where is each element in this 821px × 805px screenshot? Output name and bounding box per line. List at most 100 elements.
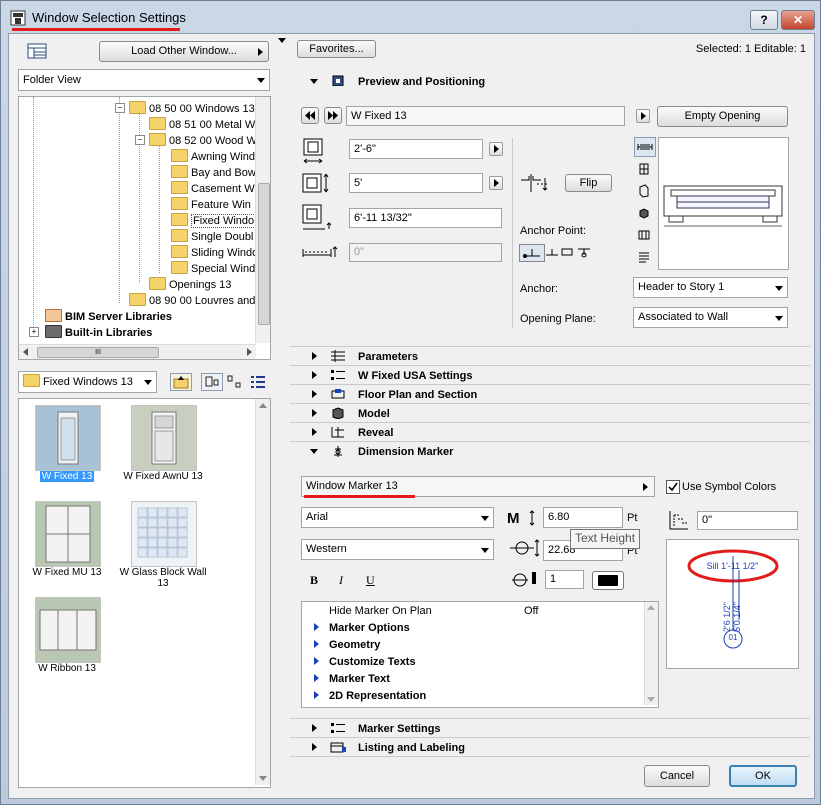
plan-view-icon[interactable] bbox=[634, 137, 656, 157]
load-other-window-button[interactable]: Load Other Window... bbox=[99, 41, 269, 62]
collapse-icon[interactable]: − bbox=[115, 103, 125, 113]
close-button[interactable]: ✕ bbox=[781, 10, 815, 30]
width-field[interactable]: 2'-6" bbox=[349, 139, 483, 159]
expand-arrow-icon[interactable] bbox=[314, 674, 319, 682]
marker-offset-field[interactable]: 0" bbox=[697, 511, 798, 530]
tree-node-selected[interactable]: Fixed Windo bbox=[171, 213, 257, 228]
object-browser[interactable]: W Fixed 13 W Fixed AwnU 13 W Fixed MU 13… bbox=[18, 398, 271, 788]
expand-icon[interactable]: + bbox=[29, 327, 39, 337]
tree-node-builtin[interactable]: Built-in Libraries bbox=[45, 325, 152, 339]
tree-node[interactable]: Bay and Bow bbox=[171, 165, 256, 179]
script-select[interactable]: Western bbox=[301, 539, 494, 560]
cancel-button[interactable]: Cancel bbox=[644, 765, 710, 787]
tree-node-bim-server[interactable]: BIM Server Libraries bbox=[45, 309, 172, 323]
list-item-label[interactable]: Customize Texts bbox=[329, 656, 416, 668]
collapsed-arrow-icon[interactable] bbox=[312, 409, 317, 417]
folder-select[interactable]: Fixed Windows 13 bbox=[18, 371, 157, 393]
tree-node[interactable]: Sliding Windo bbox=[171, 245, 258, 259]
tree-hscrollbar[interactable]: III bbox=[19, 344, 256, 359]
anchor-box-icon[interactable] bbox=[561, 246, 573, 258]
collapsed-arrow-icon[interactable] bbox=[312, 428, 317, 436]
width-arrow-icon[interactable] bbox=[489, 142, 503, 156]
expand-arrow-icon[interactable] bbox=[314, 657, 319, 665]
item-label[interactable]: W Glass Block Wall 13 bbox=[113, 567, 213, 589]
tree-vscrollbar[interactable] bbox=[255, 97, 270, 343]
large-icons-view-icon[interactable] bbox=[201, 373, 223, 391]
empty-opening-button[interactable]: Empty Opening bbox=[657, 106, 788, 127]
thumb-w-fixed-mu-13[interactable] bbox=[35, 501, 101, 567]
tree-node[interactable]: 08 50 00 Windows 13 bbox=[129, 101, 255, 115]
underline-toggle[interactable]: U bbox=[366, 573, 375, 588]
marker-settings-list[interactable]: Hide Marker On Plan Off Marker Options G… bbox=[301, 601, 659, 708]
3d-view-icon[interactable] bbox=[638, 207, 650, 219]
sill-height-field[interactable]: 6'-11 13/32" bbox=[349, 208, 502, 228]
collapsed-arrow-icon[interactable] bbox=[312, 390, 317, 398]
folder-view-select[interactable]: Folder View bbox=[18, 69, 270, 91]
section-dimension-marker[interactable]: Dimension Marker bbox=[290, 441, 810, 460]
ok-button[interactable]: OK bbox=[729, 765, 797, 787]
anchor-top-icon[interactable] bbox=[577, 246, 591, 258]
tree-node[interactable]: Special Wind bbox=[171, 261, 255, 275]
item-label[interactable]: W Fixed AwnU 13 bbox=[113, 471, 213, 482]
list-item-label[interactable]: Marker Text bbox=[329, 673, 390, 685]
scroll-down-icon[interactable] bbox=[647, 697, 655, 702]
collapsed-arrow-icon[interactable] bbox=[312, 371, 317, 379]
side-view-icon[interactable] bbox=[638, 162, 650, 176]
section-view-icon[interactable] bbox=[638, 229, 650, 241]
panel-collapse-icon[interactable] bbox=[278, 38, 286, 43]
list-item-value[interactable]: Off bbox=[524, 605, 538, 617]
scroll-right-icon[interactable] bbox=[247, 348, 252, 356]
favorites-button[interactable]: Favorites... bbox=[297, 40, 376, 58]
tree-node[interactable]: 08 51 00 Metal W bbox=[149, 117, 255, 131]
thumb-w-fixed-awnu-13[interactable] bbox=[131, 405, 197, 471]
collapsed-arrow-icon[interactable] bbox=[312, 724, 317, 732]
section-preview-and-positioning[interactable]: Preview and Positioning bbox=[290, 72, 810, 90]
anchor-select[interactable]: Header to Story 1 bbox=[633, 277, 788, 298]
tree-node[interactable]: Feature Win bbox=[171, 197, 251, 211]
collapse-icon[interactable]: − bbox=[135, 135, 145, 145]
bold-toggle[interactable]: B bbox=[310, 573, 318, 588]
tree-node[interactable]: Awning Wind bbox=[171, 149, 255, 163]
expand-arrow-icon[interactable] bbox=[314, 623, 319, 631]
browser-vscrollbar[interactable] bbox=[255, 399, 270, 785]
anchor-center-icon[interactable] bbox=[545, 246, 559, 258]
thumb-w-ribbon-13[interactable] bbox=[35, 597, 101, 663]
scroll-left-icon[interactable] bbox=[23, 348, 28, 356]
scroll-down-icon[interactable] bbox=[259, 776, 267, 781]
section-parameters[interactable]: Parameters bbox=[290, 346, 810, 365]
pen-color-swatch[interactable] bbox=[592, 571, 624, 590]
use-symbol-colors-checkbox[interactable] bbox=[666, 480, 680, 494]
list-view-icon[interactable] bbox=[250, 375, 266, 389]
section-marker-settings[interactable]: Marker Settings bbox=[290, 718, 810, 737]
library-tree[interactable]: − 08 50 00 Windows 13 08 51 00 Metal W −… bbox=[18, 96, 271, 360]
expanded-arrow-icon[interactable] bbox=[310, 449, 318, 454]
height-field[interactable]: 5' bbox=[349, 173, 483, 193]
expanded-arrow-icon[interactable] bbox=[310, 79, 318, 84]
list-item-label[interactable]: Marker Options bbox=[329, 622, 410, 634]
small-icons-view-icon[interactable] bbox=[227, 375, 243, 389]
list-item-label[interactable]: Hide Marker On Plan bbox=[329, 605, 432, 617]
thumb-w-fixed-13[interactable] bbox=[35, 405, 101, 471]
item-label-w-fixed-13[interactable]: W Fixed 13 bbox=[39, 471, 95, 482]
marker-type-select[interactable]: Window Marker 13 bbox=[301, 476, 655, 497]
tree-node[interactable]: Casement W bbox=[171, 181, 255, 195]
view-mode-icon[interactable] bbox=[27, 43, 49, 60]
previous-object-button[interactable] bbox=[301, 107, 319, 124]
item-label[interactable]: W Fixed MU 13 bbox=[17, 567, 117, 578]
object-options-arrow-icon[interactable] bbox=[636, 109, 650, 123]
section-reveal[interactable]: Reveal bbox=[290, 422, 810, 441]
italic-toggle[interactable]: I bbox=[339, 573, 343, 588]
next-object-button[interactable] bbox=[324, 107, 342, 124]
section-w-fixed-usa-settings[interactable]: W Fixed USA Settings bbox=[290, 365, 810, 384]
flip-button[interactable]: Flip bbox=[565, 174, 612, 192]
scroll-up-icon[interactable] bbox=[259, 403, 267, 408]
pen-number-field[interactable]: 1 bbox=[545, 570, 584, 589]
help-button[interactable]: ? bbox=[750, 10, 778, 30]
axonometric-view-icon[interactable] bbox=[638, 184, 650, 198]
item-label[interactable]: W Ribbon 13 bbox=[17, 663, 117, 674]
section-floor-plan-and-section[interactable]: Floor Plan and Section bbox=[290, 384, 810, 403]
height-arrow-icon[interactable] bbox=[489, 176, 503, 190]
collapsed-arrow-icon[interactable] bbox=[312, 743, 317, 751]
tree-node[interactable]: Openings 13 bbox=[149, 277, 231, 291]
list-item-label[interactable]: 2D Representation bbox=[329, 690, 426, 702]
